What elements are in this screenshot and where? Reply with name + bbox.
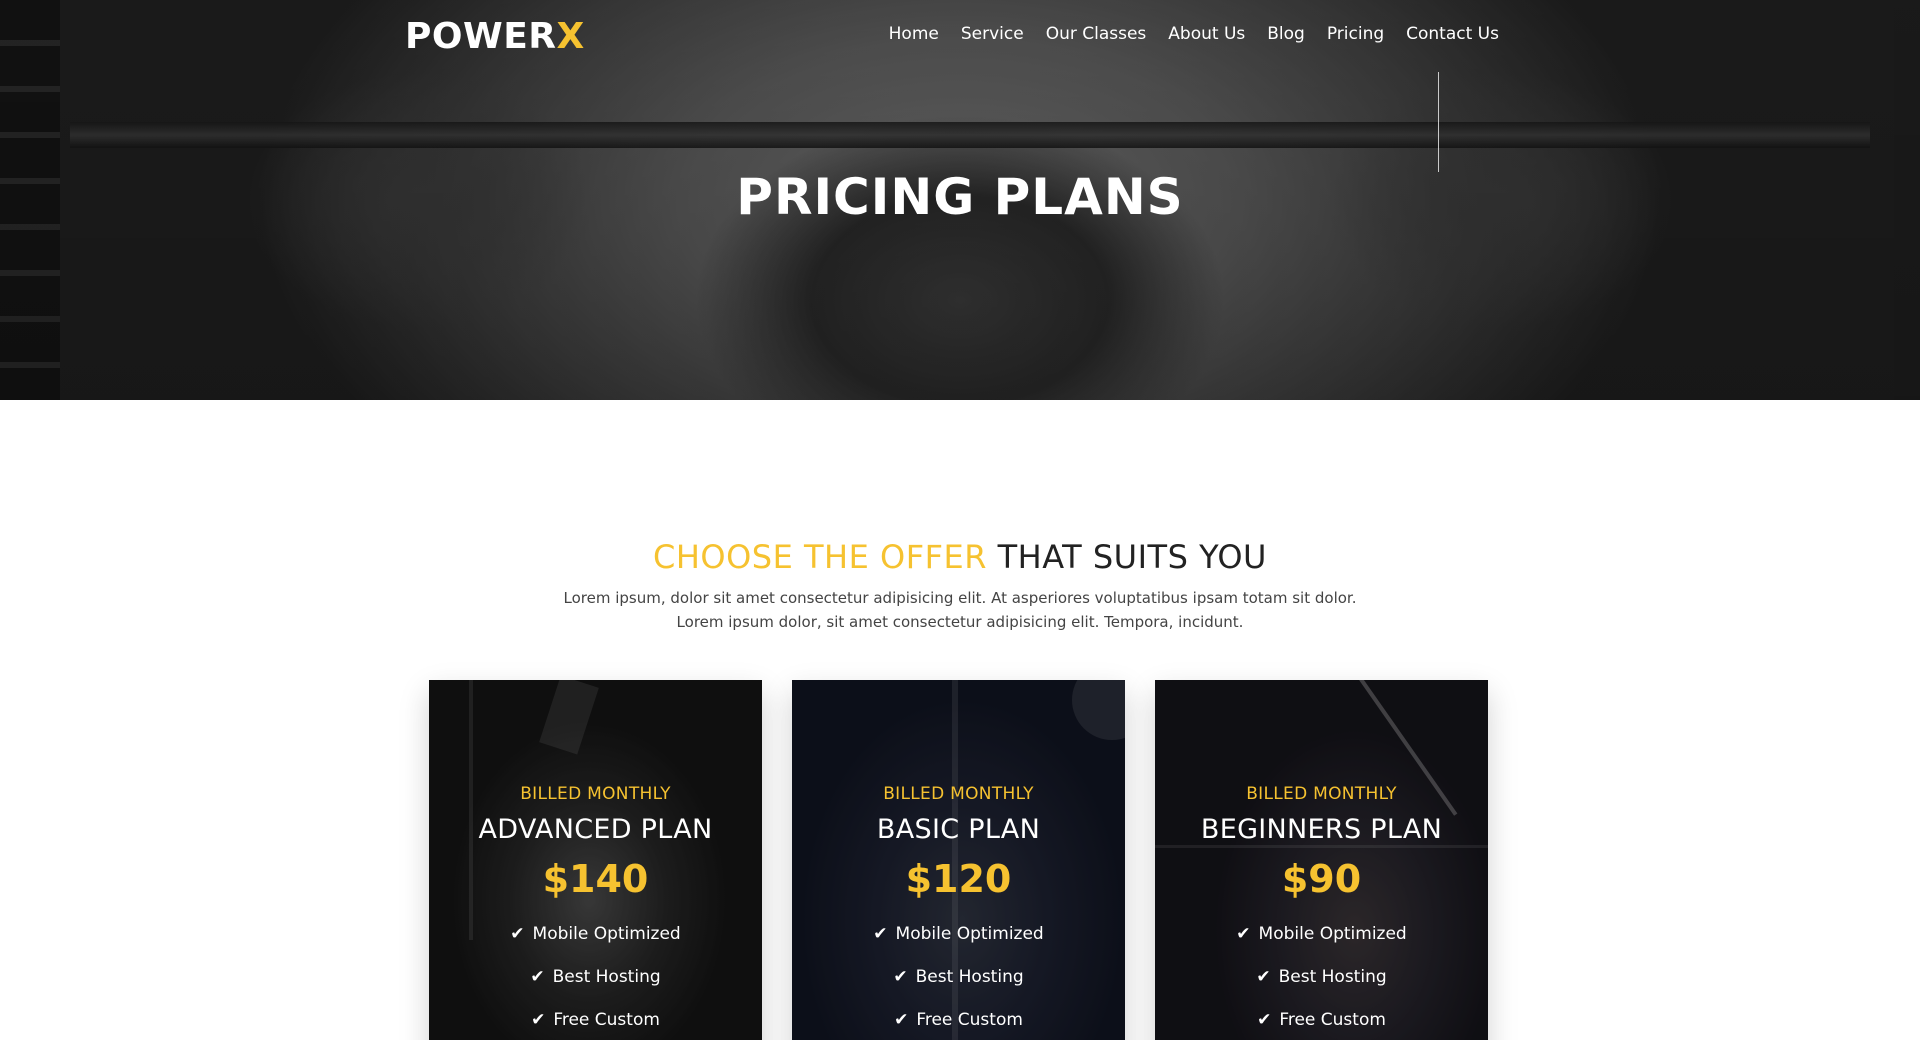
nav-item-home[interactable]: Home	[889, 24, 939, 44]
list-item: ✔ Best Hosting	[1155, 956, 1488, 999]
feature-label: Best Hosting	[552, 967, 661, 987]
list-item: ✔ Mobile Optimized	[429, 913, 762, 956]
check-icon: ✔	[1256, 967, 1271, 987]
pricing-card-advanced[interactable]: BILLED MONTHLY ADVANCED PLAN $140 ✔ Mobil…	[429, 680, 762, 1040]
nav-item-blog[interactable]: Blog	[1267, 24, 1305, 44]
nav-item-our-classes[interactable]: Our Classes	[1046, 24, 1147, 44]
card-billed-label: BILLED MONTHLY	[1246, 784, 1397, 804]
section-title: CHOOSE THE OFFER THAT SUITS YOU	[0, 538, 1920, 576]
card-feature-list: ✔ Mobile Optimized ✔ Best Hosting ✔ Free Cu…	[1155, 913, 1488, 1040]
section-description: Lorem ipsum, dolor sit amet consectetur …	[0, 586, 1920, 634]
main-nav: Home Service Our Classes About Us Blog P…	[889, 24, 1499, 44]
check-icon: ✔	[893, 967, 908, 987]
check-icon: ✔	[894, 1010, 909, 1030]
brand-name-accent: X	[556, 16, 585, 57]
card-price: $90	[1281, 857, 1362, 901]
card-plan-name: ADVANCED PLAN	[478, 814, 713, 845]
check-icon: ✔	[1236, 924, 1251, 944]
check-icon: ✔	[531, 1010, 546, 1030]
card-price: $120	[905, 857, 1012, 901]
card-content: BILLED MONTHLY BEGINNERS PLAN $90 ✔ Mobil…	[1155, 680, 1488, 1040]
pricing-cards: BILLED MONTHLY ADVANCED PLAN $140 ✔ Mobil…	[429, 680, 1488, 1040]
list-item: ✔ Mobile Optimized	[792, 913, 1125, 956]
feature-label: Free Custom	[553, 1010, 660, 1030]
list-item: ✔ Best Hosting	[429, 956, 762, 999]
section-description-line-1: Lorem ipsum, dolor sit amet consectetur …	[563, 589, 1357, 607]
card-feature-list: ✔ Mobile Optimized ✔ Best Hosting ✔ Free Cu…	[429, 913, 762, 1040]
nav-item-pricing[interactable]: Pricing	[1327, 24, 1384, 44]
feature-label: Mobile Optimized	[895, 924, 1044, 944]
list-item: ✔ Free Custom	[792, 999, 1125, 1040]
brand-name-main: POWER	[405, 16, 557, 57]
hero-vertical-line	[1438, 72, 1439, 172]
card-plan-name: BEGINNERS PLAN	[1200, 814, 1443, 845]
list-item: ✔ Free Custom	[429, 999, 762, 1040]
list-item: ✔ Best Hosting	[792, 956, 1125, 999]
list-item: ✔ Mobile Optimized	[1155, 913, 1488, 956]
page-title: PRICING PLANS	[736, 168, 1184, 226]
check-icon: ✔	[530, 967, 545, 987]
check-icon: ✔	[873, 924, 888, 944]
card-billed-label: BILLED MONTHLY	[520, 784, 671, 804]
list-item: ✔ Free Custom	[1155, 999, 1488, 1040]
card-plan-name: BASIC PLAN	[876, 814, 1041, 845]
section-title-highlight: CHOOSE THE OFFER	[653, 538, 987, 576]
nav-item-service[interactable]: Service	[961, 24, 1024, 44]
feature-label: Mobile Optimized	[532, 924, 681, 944]
feature-label: Free Custom	[1279, 1010, 1386, 1030]
card-feature-list: ✔ Mobile Optimized ✔ Best Hosting ✔ Free Cu…	[792, 913, 1125, 1040]
feature-label: Mobile Optimized	[1258, 924, 1407, 944]
check-icon: ✔	[1257, 1010, 1272, 1030]
card-content: BILLED MONTHLY ADVANCED PLAN $140 ✔ Mobil…	[429, 680, 762, 1040]
card-billed-label: BILLED MONTHLY	[883, 784, 1034, 804]
feature-label: Best Hosting	[1278, 967, 1387, 987]
brand-logo[interactable]: POWERX	[405, 16, 585, 57]
card-price: $140	[542, 857, 649, 901]
pricing-card-beginners[interactable]: BILLED MONTHLY BEGINNERS PLAN $90 ✔ Mobil…	[1155, 680, 1488, 1040]
nav-item-about-us[interactable]: About Us	[1168, 24, 1245, 44]
hero-banner: POWERX Home Service Our Classes About Us…	[0, 0, 1920, 400]
nav-item-contact-us[interactable]: Contact Us	[1406, 24, 1499, 44]
feature-label: Best Hosting	[915, 967, 1024, 987]
pricing-section-header: CHOOSE THE OFFER THAT SUITS YOU Lorem ip…	[0, 538, 1920, 634]
pricing-card-basic[interactable]: BILLED MONTHLY BASIC PLAN $120 ✔ Mobile O…	[792, 680, 1125, 1040]
card-content: BILLED MONTHLY BASIC PLAN $120 ✔ Mobile O…	[792, 680, 1125, 1040]
check-icon: ✔	[510, 924, 525, 944]
section-description-line-2: Lorem ipsum dolor, sit amet consectetur …	[676, 613, 1244, 631]
feature-label: Free Custom	[916, 1010, 1023, 1030]
section-title-rest: THAT SUITS YOU	[997, 538, 1267, 576]
